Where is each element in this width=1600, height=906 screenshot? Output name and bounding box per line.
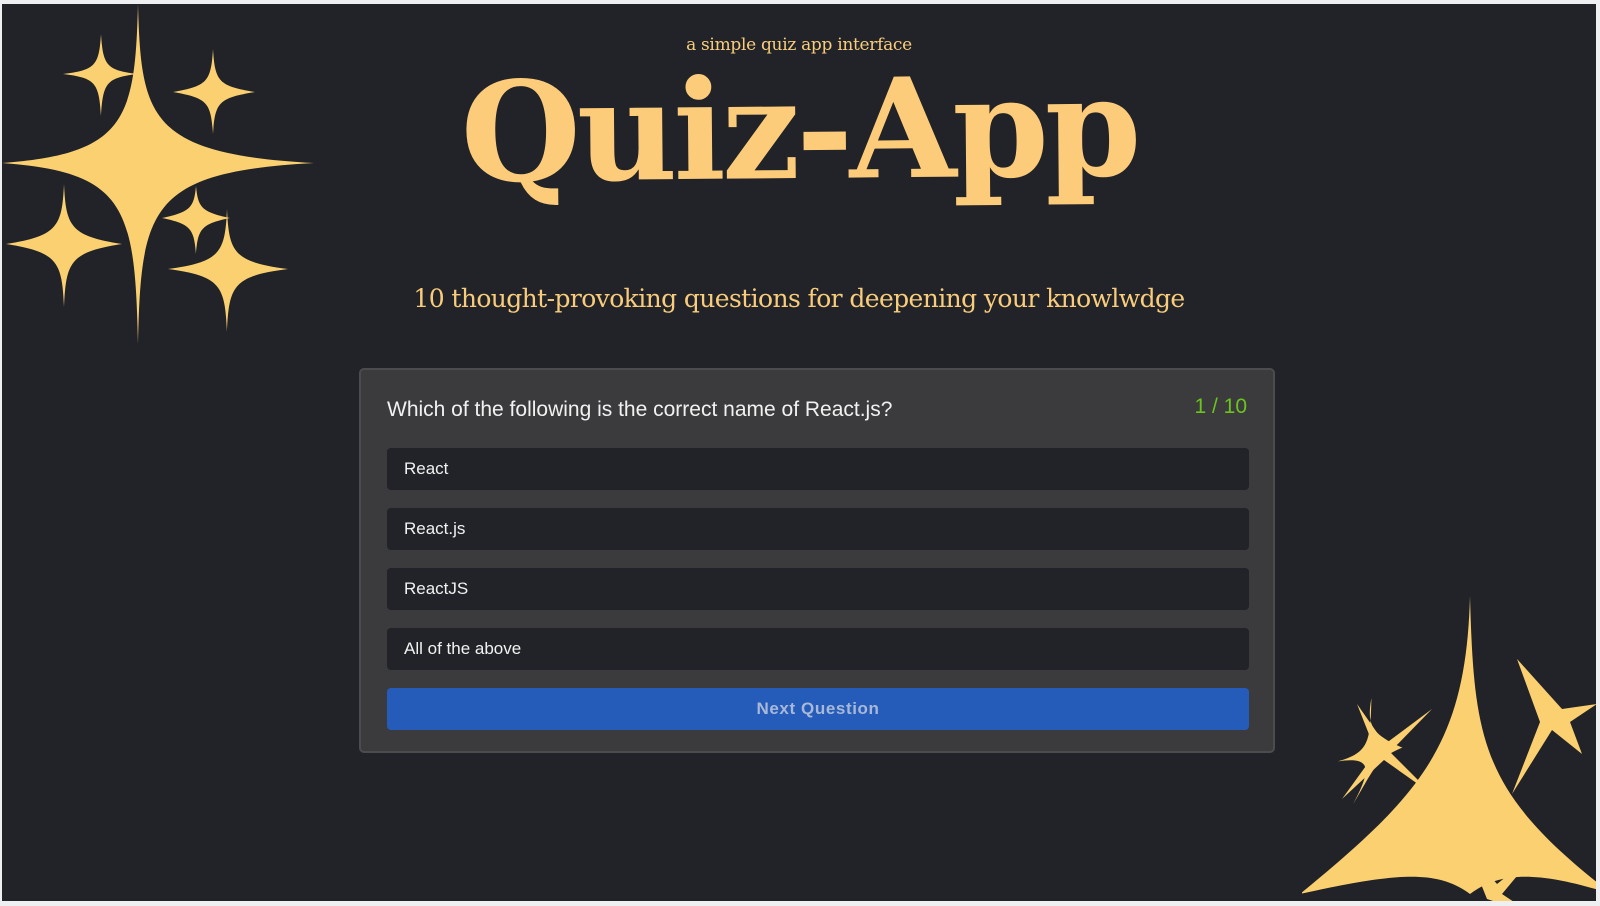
answer-option-1[interactable]: React	[387, 448, 1249, 490]
question-text: Which of the following is the correct na…	[387, 398, 893, 421]
quiz-card: Which of the following is the correct na…	[359, 368, 1275, 753]
sparkles-bottom-right-icon	[1302, 596, 1596, 901]
app-subtitle: 10 thought-provoking questions for deepe…	[413, 284, 1185, 313]
question-counter: 1 / 10	[1194, 395, 1247, 418]
app-title: Quiz-App	[459, 45, 1139, 214]
answer-option-2[interactable]: React.js	[387, 508, 1249, 550]
next-question-button[interactable]: Next Question	[387, 688, 1249, 730]
quiz-app: a simple quiz app interface Quiz-App 10 …	[2, 4, 1596, 901]
answer-option-3[interactable]: ReactJS	[387, 568, 1249, 610]
answer-option-4[interactable]: All of the above	[387, 628, 1249, 670]
